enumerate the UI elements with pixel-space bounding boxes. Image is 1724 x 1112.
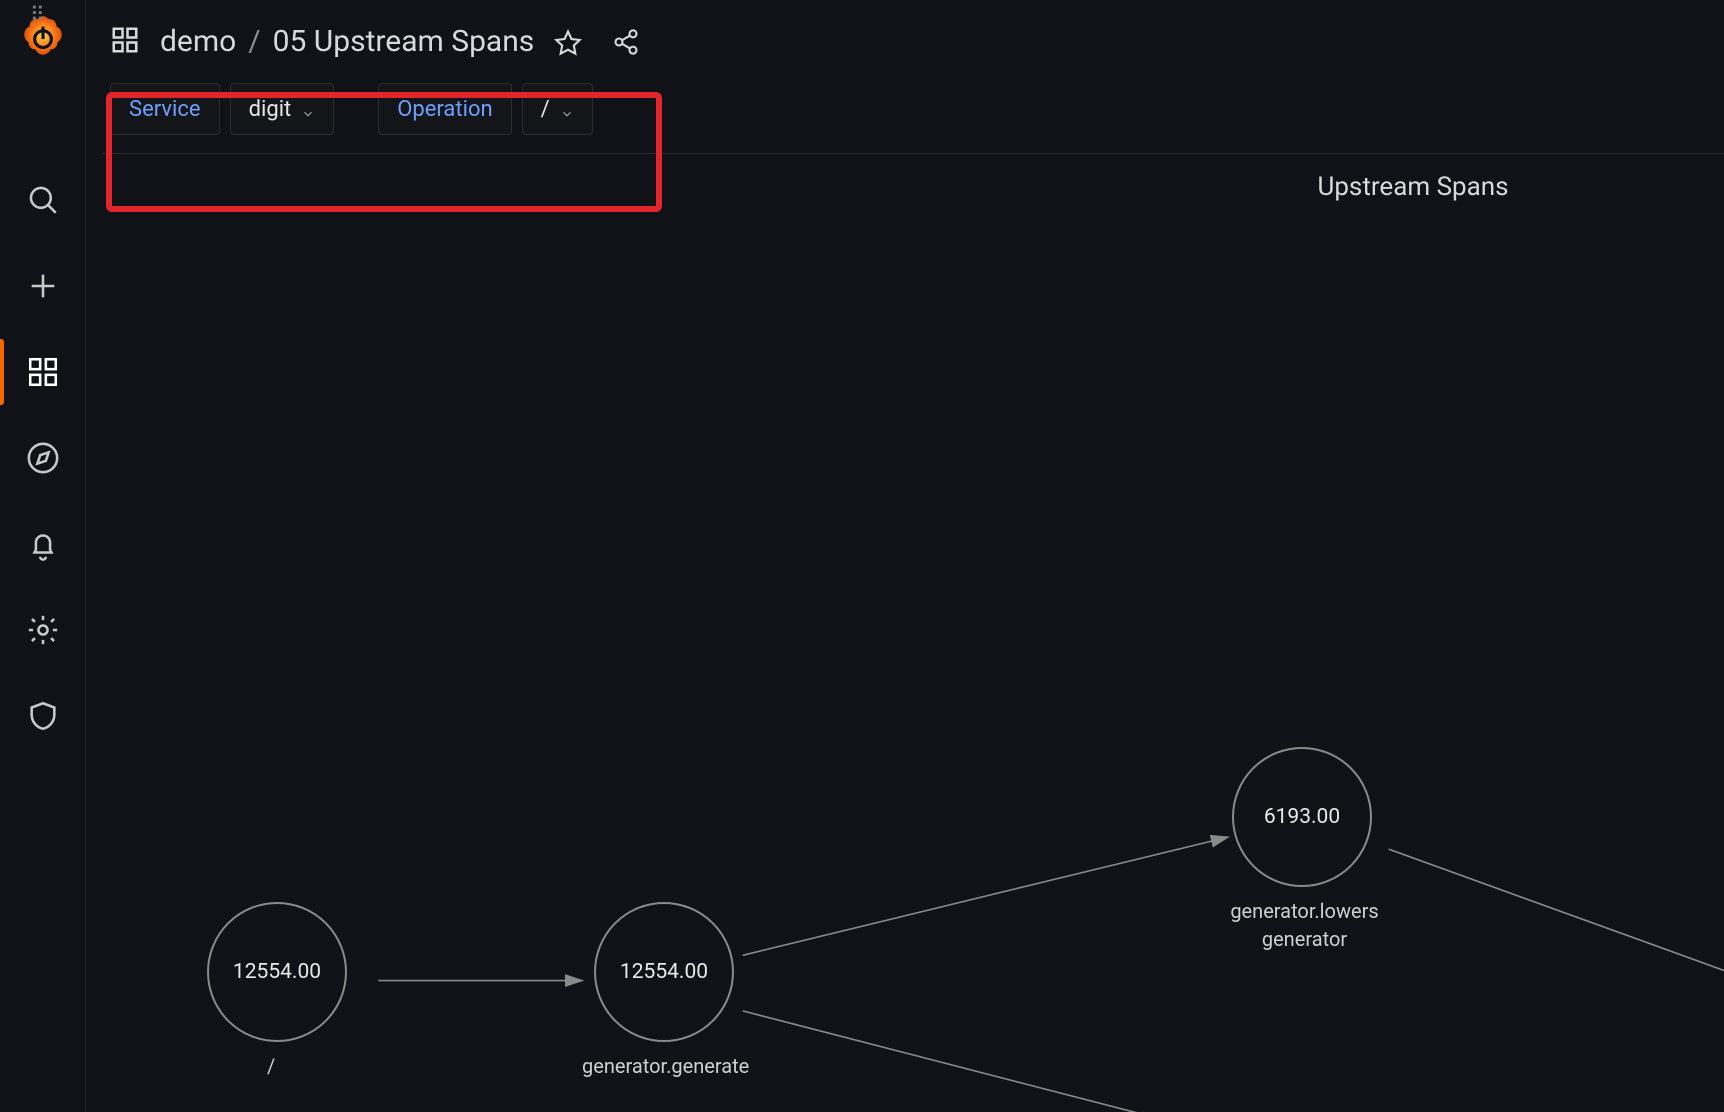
page-header: demo / 05 Upstream Spans xyxy=(86,0,1724,69)
favorite-star-icon[interactable] xyxy=(554,28,582,56)
variable-row: Service digit Operation / xyxy=(86,69,1724,153)
graph-node[interactable]: 12554.00 xyxy=(594,902,734,1042)
alert-icon[interactable] xyxy=(0,501,86,587)
chevron-down-icon xyxy=(301,102,315,116)
search-icon[interactable] xyxy=(0,157,86,243)
dashboard-grid-icon[interactable] xyxy=(110,25,140,59)
operation-variable-value: / xyxy=(541,97,550,122)
node-label: / xyxy=(267,1052,275,1080)
share-icon[interactable] xyxy=(612,28,640,56)
node-value: 12554.00 xyxy=(233,960,321,984)
operation-variable-select[interactable]: / xyxy=(522,83,593,135)
settings-icon[interactable] xyxy=(0,587,86,673)
breadcrumb-separator: / xyxy=(248,24,260,59)
breadcrumb: demo / 05 Upstream Spans xyxy=(160,24,534,59)
node-label: generator.lowers generator xyxy=(1217,897,1392,953)
node-label: generator.generate xyxy=(582,1052,749,1080)
panel-drag-handle[interactable]: ⠿ xyxy=(30,2,44,22)
service-variable-select[interactable]: digit xyxy=(230,83,335,135)
service-variable-label: Service xyxy=(110,83,220,135)
operation-variable-label: Operation xyxy=(378,83,511,135)
graph-node[interactable]: 12554.00 xyxy=(207,902,347,1042)
node-value: 12554.00 xyxy=(620,960,708,984)
plus-icon[interactable] xyxy=(0,243,86,329)
panel-title: Upstream Spans xyxy=(102,154,1724,202)
node-value: 6193.00 xyxy=(1264,805,1340,829)
breadcrumb-title[interactable]: 05 Upstream Spans xyxy=(273,24,535,59)
main-area: demo / 05 Upstream Spans Service digit O… xyxy=(86,0,1724,1112)
graph-node[interactable]: 6193.00 xyxy=(1232,747,1372,887)
chevron-down-icon xyxy=(560,102,574,116)
nav-sidebar xyxy=(0,0,86,1112)
dashboards-icon[interactable] xyxy=(0,329,86,415)
graph-canvas[interactable]: 12554.00 / 12554.00 generator.generate 6… xyxy=(102,202,1724,1112)
panel: ⠿ Upstream Spans 12554.00 / 12554.00 xyxy=(102,153,1724,1112)
breadcrumb-folder[interactable]: demo xyxy=(160,24,236,59)
service-variable-value: digit xyxy=(249,97,292,122)
shield-icon[interactable] xyxy=(0,673,86,759)
explore-icon[interactable] xyxy=(0,415,86,501)
